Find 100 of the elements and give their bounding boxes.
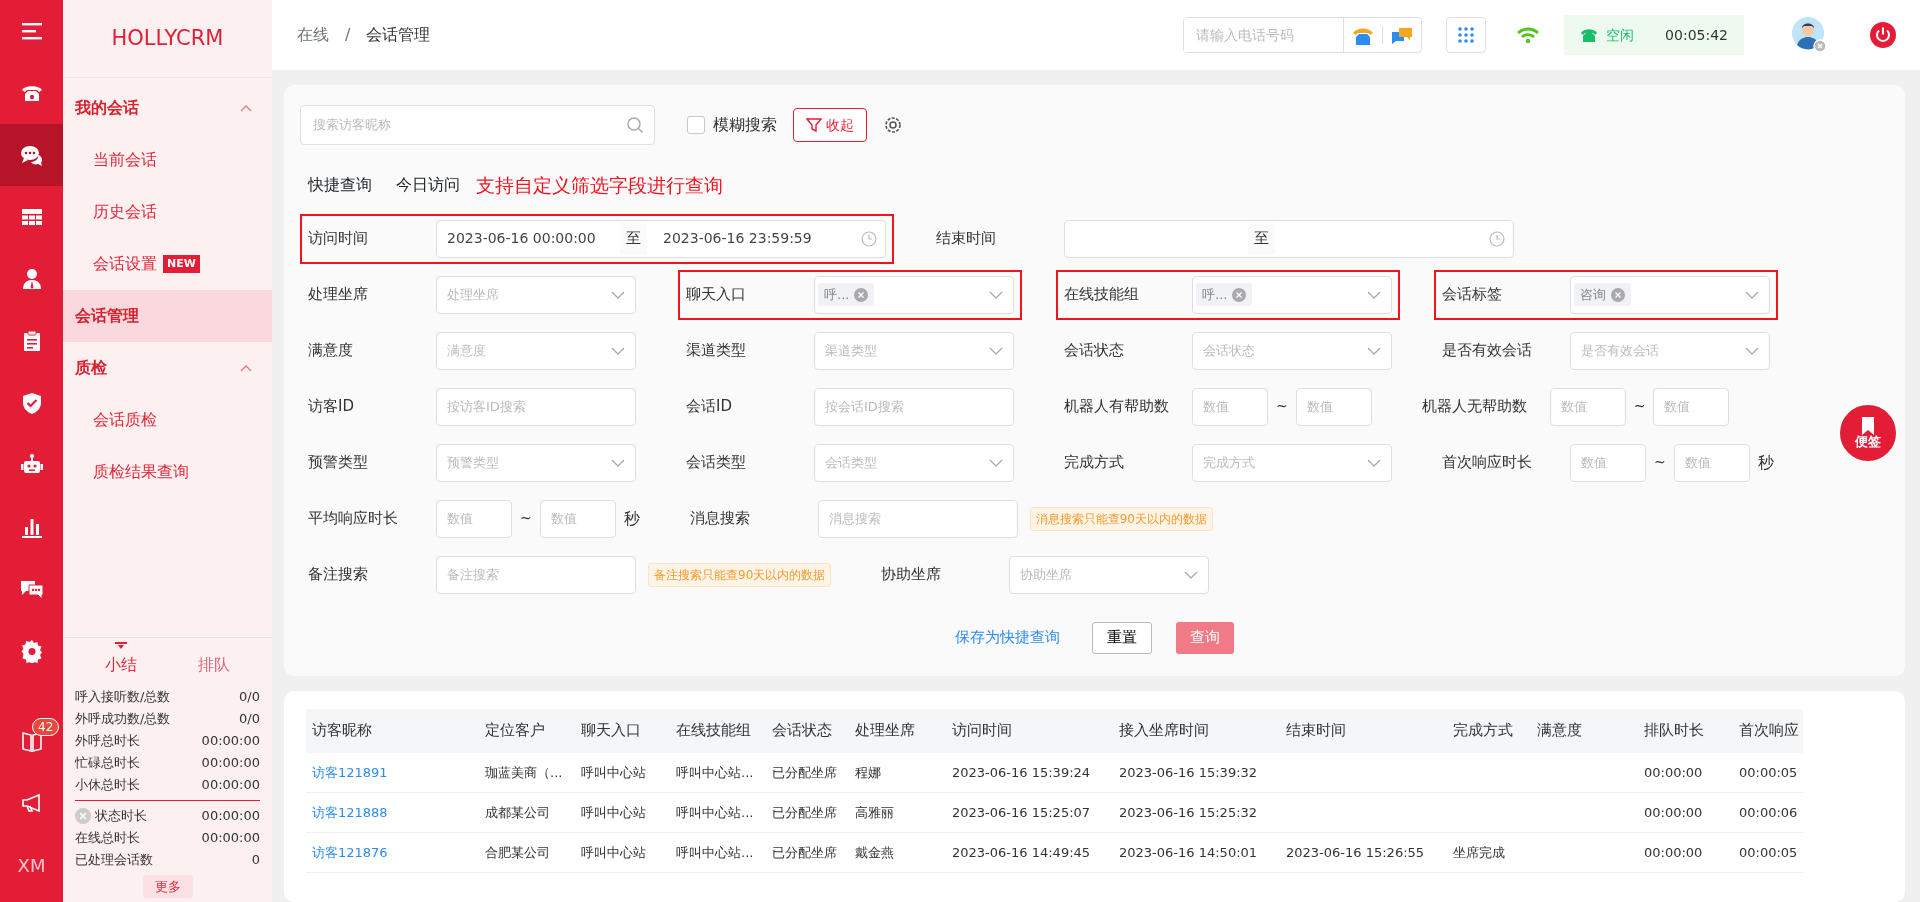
range-separator: ~ bbox=[1276, 397, 1288, 416]
input-field[interactable]: 数值 bbox=[1295, 387, 1372, 426]
checkbox[interactable] bbox=[687, 116, 705, 134]
stat-value: 0 bbox=[251, 850, 260, 869]
table-cell: 2023-06-16 15:39:24 bbox=[946, 752, 1113, 793]
summary-tab[interactable]: 小结 bbox=[75, 651, 168, 678]
select-field[interactable]: 呼... bbox=[1192, 275, 1392, 314]
sidebar-subitem[interactable]: 质检结果查询 bbox=[63, 446, 272, 498]
visitor-link[interactable]: 访客121876 bbox=[312, 844, 388, 860]
sidebar-item[interactable]: 我的会话 bbox=[63, 82, 272, 134]
input-field[interactable]: 数值 bbox=[436, 499, 512, 538]
rail-button[interactable] bbox=[0, 124, 63, 186]
summary-tab[interactable]: 排队 bbox=[167, 651, 260, 678]
dialpad-button[interactable] bbox=[1446, 17, 1486, 53]
column-header: 处理坐席 bbox=[849, 708, 946, 753]
search-field[interactable]: 搜索访客昵称 bbox=[300, 105, 655, 145]
stat-value: 00:00:00 bbox=[201, 753, 260, 772]
date-range-field[interactable]: 2023-06-16 00:00:00 至 2023-06-16 23:59:59 bbox=[436, 219, 886, 258]
sidebar-subitem[interactable]: 历史会话 bbox=[63, 186, 272, 238]
table-cell: 00:00:05 bbox=[1733, 832, 1803, 873]
notice-label: 消息搜索只能查90天以内的数据 bbox=[1029, 506, 1213, 531]
column-header: 满意度 bbox=[1531, 708, 1638, 753]
phone-number-field[interactable]: 请输入电话号码 bbox=[1183, 17, 1422, 53]
avatar-icon bbox=[1792, 17, 1828, 53]
input-field[interactable]: 数值 bbox=[1192, 387, 1268, 426]
sidebar-subitem[interactable]: 会话设置 NEW bbox=[63, 238, 272, 290]
select-field[interactable]: 渠道类型 bbox=[814, 331, 1014, 370]
tag-text: 呼... bbox=[1202, 285, 1228, 304]
field-label: 是否有效会话 bbox=[1442, 340, 1533, 362]
column-header: 会话状态 bbox=[766, 708, 849, 753]
select-field[interactable]: 处理坐席 bbox=[436, 275, 636, 314]
dialpad-icon bbox=[1457, 26, 1475, 44]
field-label: 预警类型 bbox=[308, 452, 369, 474]
input-field[interactable]: 按访客ID搜索 bbox=[436, 387, 636, 426]
date-range-field[interactable]: 至 bbox=[1064, 219, 1514, 258]
select-field[interactable]: 预警类型 bbox=[436, 443, 636, 482]
telephone-icon bbox=[1580, 27, 1598, 43]
input-field[interactable]: 数值 bbox=[1673, 443, 1750, 482]
sidebar-item[interactable]: 质检 bbox=[63, 342, 272, 394]
select-field[interactable]: 咨询 bbox=[1570, 275, 1770, 314]
select-field[interactable]: 完成方式 bbox=[1192, 443, 1392, 482]
search-input[interactable]: 搜索访客昵称 bbox=[311, 114, 626, 136]
chevron-icon bbox=[1184, 570, 1199, 579]
settings-icon bbox=[19, 639, 44, 663]
stat-value: 00:00:00 bbox=[201, 828, 260, 847]
select-field[interactable]: 呼... bbox=[814, 275, 1014, 314]
save-query-link[interactable]: 保存为快捷查询 bbox=[955, 626, 1060, 649]
status-timer: 00:05:42 bbox=[1665, 25, 1728, 45]
select-field[interactable]: 协助坐席 bbox=[1009, 555, 1210, 594]
field-label: 机器人无帮助数 bbox=[1421, 396, 1528, 418]
chevron-icon bbox=[240, 104, 252, 112]
column-header: 聊天入口 bbox=[575, 708, 670, 753]
stat-label: 已处理会话数 bbox=[75, 850, 153, 869]
input-field[interactable]: 按会话ID搜索 bbox=[814, 387, 1014, 426]
menu-label: 会话设置 bbox=[93, 253, 157, 275]
more-button[interactable]: 更多 bbox=[142, 874, 193, 898]
stat-label: 小休总时长 bbox=[75, 775, 140, 794]
power-button[interactable] bbox=[1870, 22, 1896, 48]
field-label: 满意度 bbox=[308, 340, 354, 362]
checkbox-label: 模糊搜索 bbox=[713, 114, 777, 136]
input-field[interactable]: 备注搜索 bbox=[436, 555, 636, 594]
reset-button[interactable]: 重置 bbox=[1092, 621, 1152, 654]
visitor-link[interactable]: 访客121891 bbox=[312, 764, 388, 780]
settings-icon[interactable] bbox=[883, 115, 903, 135]
field-label: 协助坐席 bbox=[881, 564, 943, 586]
collapse-button[interactable]: 收起 bbox=[793, 108, 867, 142]
quick-query-link[interactable]: 快捷查询 bbox=[308, 173, 372, 198]
table-cell: 2023-06-16 15:25:07 bbox=[946, 792, 1113, 833]
select-field[interactable]: 会话类型 bbox=[814, 443, 1014, 482]
chevron-icon bbox=[1367, 290, 1381, 299]
chevron-icon bbox=[989, 346, 1003, 355]
quick-query-link[interactable]: 今日访问 bbox=[396, 173, 460, 198]
input-field[interactable]: 数值 bbox=[1570, 443, 1646, 482]
field-label: 在线技能组 bbox=[1064, 284, 1140, 306]
range-separator: ~ bbox=[1633, 397, 1646, 416]
rail-text-button[interactable]: XM bbox=[0, 834, 63, 896]
sidebar-item[interactable]: 会话管理 bbox=[63, 290, 272, 342]
breadcrumb-item[interactable]: 在线 bbox=[297, 23, 329, 47]
annotation-text: 支持自定义筛选字段进行查询 bbox=[476, 173, 723, 198]
input-field[interactable]: 数值 bbox=[1653, 387, 1730, 426]
table-cell: 成都某公司 bbox=[479, 792, 575, 833]
input-field[interactable]: 数值 bbox=[1549, 387, 1626, 426]
input-field[interactable]: 数值 bbox=[539, 499, 616, 538]
date-input[interactable]: 2023-06-16 00:00:00 bbox=[445, 227, 620, 250]
select-field[interactable]: 满意度 bbox=[436, 331, 636, 370]
visitor-link[interactable]: 访客121888 bbox=[312, 804, 388, 820]
chevron-icon bbox=[240, 364, 252, 372]
tab-marker-icon bbox=[115, 641, 128, 650]
sidebar-subitem[interactable]: 当前会话 bbox=[63, 134, 272, 186]
column-header: 结束时间 bbox=[1280, 708, 1447, 753]
rail-button[interactable]: 42 bbox=[0, 710, 63, 772]
column-header: 接入坐席时间 bbox=[1113, 708, 1280, 753]
chevron-icon bbox=[989, 458, 1003, 467]
date-input[interactable]: 2023-06-16 23:59:59 bbox=[661, 227, 836, 250]
field-label: 完成方式 bbox=[1064, 452, 1125, 474]
query-button[interactable]: 查询 bbox=[1176, 621, 1234, 654]
select-field[interactable]: 会话状态 bbox=[1192, 331, 1392, 370]
sidebar-subitem[interactable]: 会话质检 bbox=[63, 394, 272, 446]
select-field[interactable]: 是否有效会话 bbox=[1570, 331, 1770, 370]
input-field[interactable]: 消息搜索 bbox=[817, 499, 1018, 538]
